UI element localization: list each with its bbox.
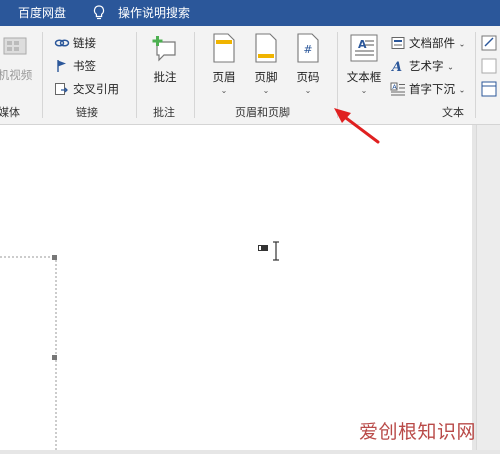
watermark-text: 爱创根知识网 <box>358 421 476 443</box>
video-icon <box>3 37 27 55</box>
drop-cap-button[interactable]: A 首字下沉 ⌄ <box>390 81 465 99</box>
ribbon: 机视频 媒体 链接 书签 交叉引用 链接 批注 批注 页眉 ⌄ 页脚 ⌄ # 页… <box>0 26 500 125</box>
online-video-button[interactable]: 机视频 <box>0 32 36 83</box>
resize-handle <box>52 355 57 360</box>
svg-text:A: A <box>390 60 402 73</box>
cross-reference-icon <box>55 83 68 95</box>
links-group-label: 链接 <box>76 106 98 119</box>
quick-parts-icon <box>391 37 405 49</box>
footer-button[interactable]: 页脚 ⌄ <box>246 32 286 95</box>
text-group-label: 文本 <box>442 106 464 119</box>
chevron-down-icon[interactable]: ⌄ <box>459 40 466 49</box>
video-label: 机视频 <box>0 68 33 82</box>
page-number-button[interactable]: # 页码 ⌄ <box>288 32 328 95</box>
chevron-down-icon[interactable]: ⌄ <box>459 86 466 95</box>
resize-handle <box>52 255 57 260</box>
title-bar: 百度网盘 操作说明搜索 <box>0 0 500 26</box>
text-box-button[interactable]: A 文本框 ⌄ <box>342 32 386 95</box>
chevron-down-icon[interactable]: ⌄ <box>288 86 328 95</box>
group-divider <box>136 32 137 118</box>
header-button[interactable]: 页眉 ⌄ <box>204 32 244 95</box>
group-divider <box>42 32 43 118</box>
comments-group-label: 批注 <box>153 106 175 119</box>
chevron-down-icon[interactable]: ⌄ <box>204 86 244 95</box>
page-number-icon: # <box>297 33 319 63</box>
media-group-label: 媒体 <box>0 106 20 119</box>
vertical-scrollbar[interactable] <box>476 125 500 450</box>
chevron-down-icon[interactable]: ⌄ <box>342 86 386 95</box>
group-divider <box>194 32 195 118</box>
wordart-icon: A <box>390 60 402 73</box>
red-arrow-annotation <box>334 108 380 144</box>
link-button[interactable]: 链接 <box>54 35 96 53</box>
signature-line-icon[interactable] <box>480 34 500 104</box>
drop-cap-icon: A <box>390 82 405 96</box>
chevron-down-icon[interactable]: ⌄ <box>447 63 454 72</box>
quick-parts-button[interactable]: 文档部件 ⌄ <box>390 35 465 53</box>
wordart-button[interactable]: A 艺术字 ⌄ <box>390 58 454 76</box>
tell-me-search[interactable]: 操作说明搜索 <box>118 0 190 26</box>
cursor-icon <box>258 241 279 261</box>
new-comment-button[interactable]: 批注 <box>144 32 186 85</box>
lightbulb-icon[interactable] <box>92 0 106 26</box>
svg-text:A: A <box>392 83 397 91</box>
baidu-netdisk-tab[interactable]: 百度网盘 <box>18 0 66 26</box>
cross-reference-button[interactable]: 交叉引用 <box>54 81 119 99</box>
page-canvas <box>0 241 279 450</box>
comment-icon <box>152 36 176 62</box>
text-box-icon: A <box>350 34 378 62</box>
document-area <box>0 125 476 450</box>
chevron-down-icon[interactable]: ⌄ <box>246 86 286 95</box>
header-icon <box>213 33 235 63</box>
header-footer-group-label: 页眉和页脚 <box>235 106 290 119</box>
group-divider <box>475 32 476 118</box>
document-page[interactable] <box>0 125 472 450</box>
bookmark-button[interactable]: 书签 <box>54 58 96 76</box>
svg-text:#: # <box>303 43 312 56</box>
link-icon <box>54 39 70 47</box>
bookmark-flag-icon <box>57 60 66 72</box>
footer-icon <box>255 33 277 63</box>
